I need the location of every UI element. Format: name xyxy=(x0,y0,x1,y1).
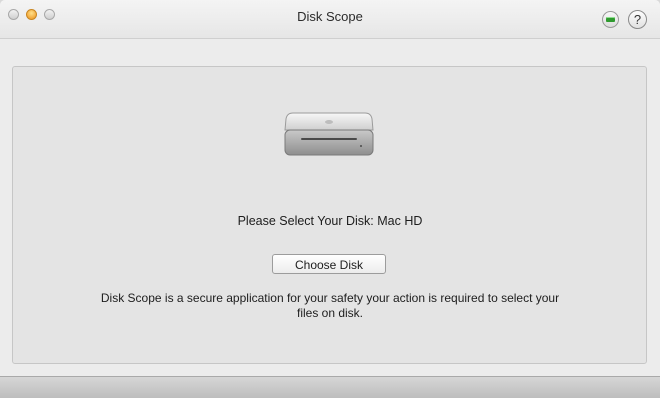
title-bar: Disk Scope ? xyxy=(0,0,660,39)
window-title: Disk Scope xyxy=(297,9,363,24)
disk-selection-prompt: Please Select Your Disk: Mac HD xyxy=(237,214,423,228)
mac-mini-icon xyxy=(284,112,374,156)
help-icon[interactable]: ? xyxy=(628,10,647,29)
bottom-bar xyxy=(0,376,660,398)
choose-disk-button[interactable]: Choose Disk xyxy=(272,254,386,274)
app-window: Disk Scope ? Please Select Your Disk: Ma… xyxy=(0,0,660,398)
battery-icon[interactable] xyxy=(602,11,619,28)
description-text: Disk Scope is a secure application for y… xyxy=(100,291,560,320)
